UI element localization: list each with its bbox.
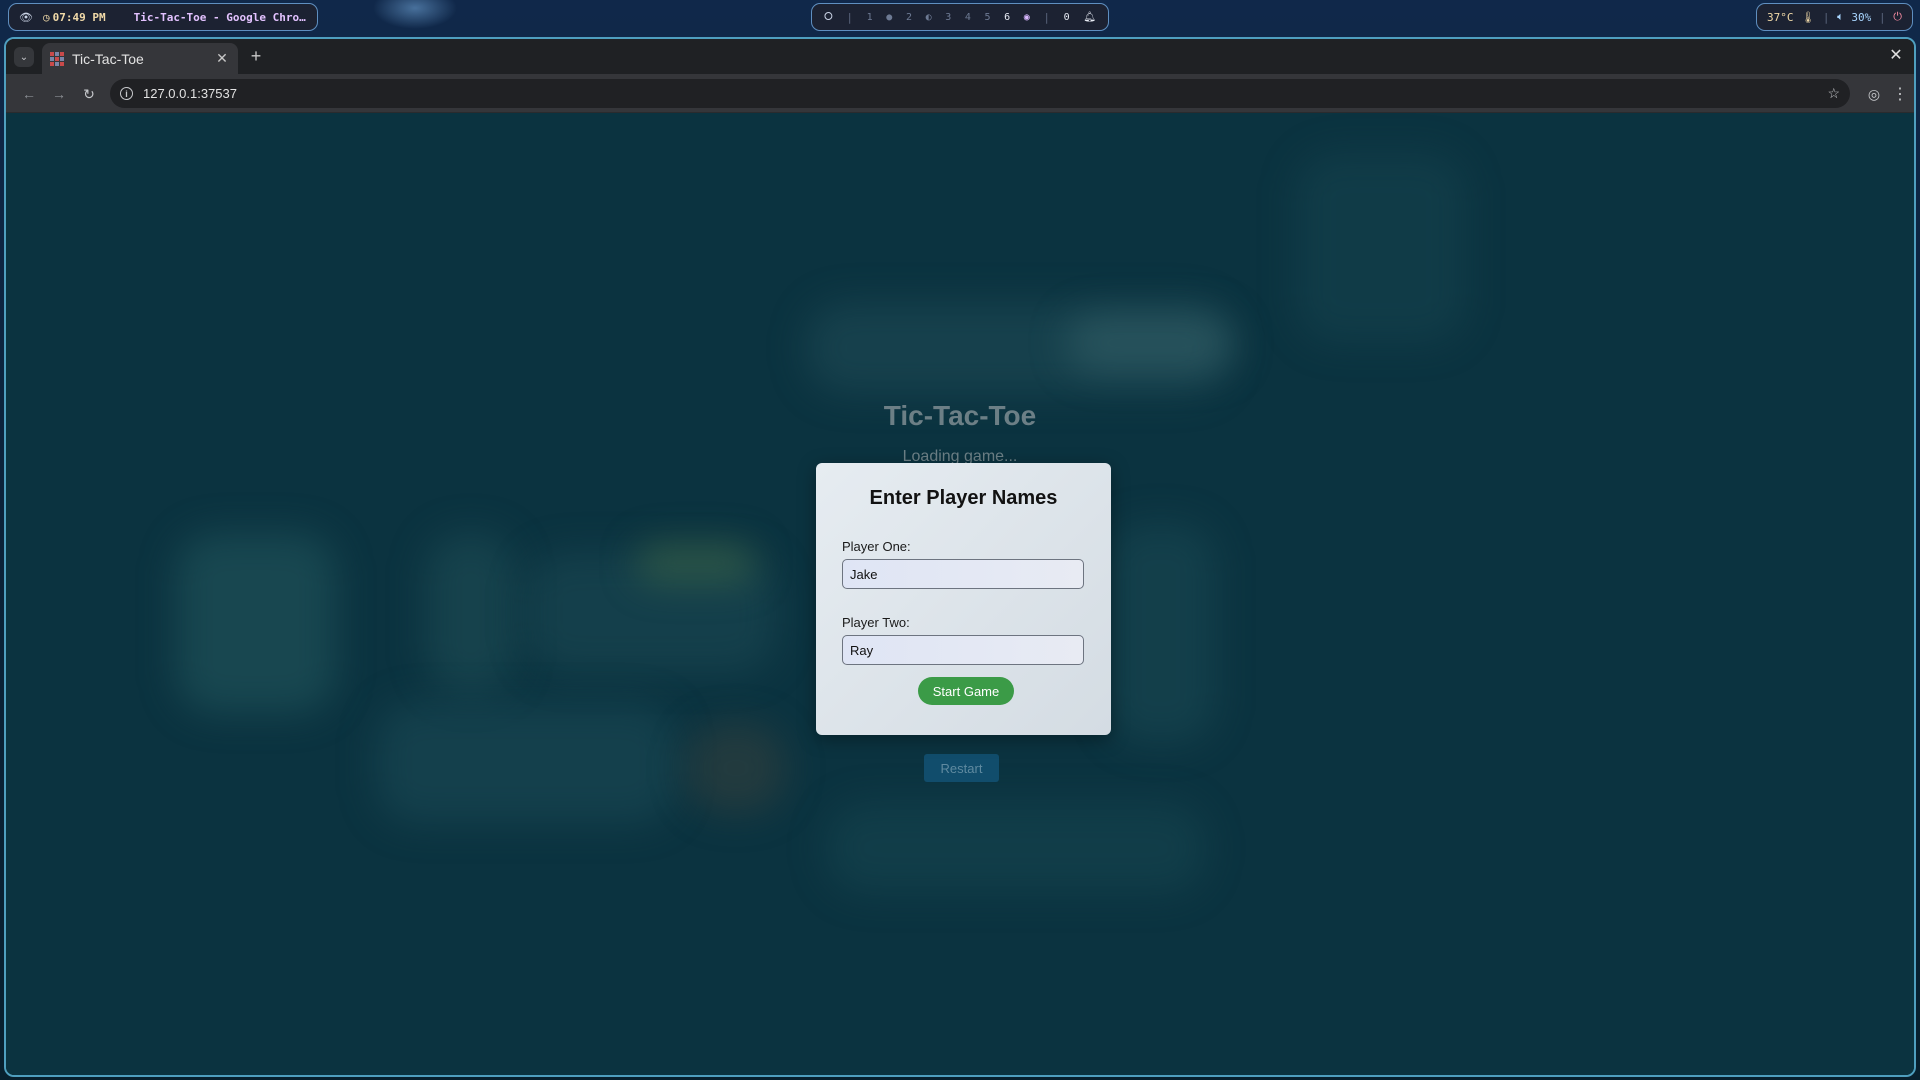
bookmark-star-icon[interactable]: ☆	[1827, 85, 1840, 102]
start-game-button[interactable]: Start Game	[918, 677, 1014, 705]
workspace-3[interactable]: 3	[945, 12, 951, 23]
tab-search-chevron-icon[interactable]: ⌄	[14, 47, 34, 67]
background-blur	[1296, 153, 1466, 343]
bell-icon[interactable]: 🔔︎	[1083, 12, 1096, 23]
workspace-2-app-icon: ◐	[925, 11, 932, 23]
site-info-icon[interactable]: i	[120, 87, 133, 100]
statusbar-right: 37°C 🌡︎ | 🔈︎ 30% | ⏻	[1756, 3, 1913, 31]
player-two-label: Player Two:	[842, 615, 910, 630]
tic-tac-toe-favicon-icon	[50, 51, 64, 66]
clock-time: 07:49 PM	[52, 10, 106, 24]
forward-arrow-icon[interactable]: →	[48, 83, 70, 105]
separator: |	[1043, 10, 1051, 24]
clock-icon: ◷	[42, 10, 50, 24]
launcher-icon[interactable]: ⭘	[824, 10, 833, 24]
eye-slash-icon[interactable]: 👁︎	[19, 11, 33, 24]
background-blur	[636, 543, 756, 583]
statusbar-left: 👁︎ ◷ 07:49 PM Tic-Tac-Toe - Google Chro…	[8, 3, 318, 31]
page-viewport: Tic-Tac-Toe Loading game... Restart Ente…	[6, 113, 1914, 1075]
profile-icon[interactable]: ◎	[1863, 83, 1885, 105]
url-text: 127.0.0.1:37537	[143, 86, 237, 101]
kebab-menu-icon[interactable]: ⋮	[1891, 83, 1909, 105]
back-arrow-icon[interactable]: ←	[18, 83, 40, 105]
background-blur	[176, 533, 336, 713]
address-bar[interactable]: i 127.0.0.1:37537 ☆	[110, 79, 1850, 108]
workspace-2[interactable]: 2	[906, 12, 912, 23]
separator: |	[846, 10, 854, 24]
thermometer-icon: 🌡︎	[1801, 10, 1816, 24]
workspace-1[interactable]: 1	[867, 12, 873, 23]
browser-toolbar: ← → ↻ i 127.0.0.1:37537 ☆ ◎ ⋮	[6, 74, 1914, 113]
player-one-label: Player One:	[842, 539, 911, 554]
new-tab-plus-icon[interactable]: +	[246, 46, 266, 67]
separator: |	[1878, 10, 1886, 24]
background-blur	[376, 703, 676, 823]
active-window-title: Tic-Tac-Toe - Google Chro…	[133, 10, 306, 24]
browser-window: ⌄ Tic-Tac-Toe ✕ + ✕ ← → ↻ i 127.0.0.1:37…	[4, 37, 1916, 1077]
background-blur	[826, 803, 1206, 893]
clock[interactable]: ◷ 07:49 PM	[43, 11, 106, 24]
workspace-6[interactable]: 6	[1004, 12, 1010, 23]
background-blur	[1106, 523, 1216, 743]
speaker-icon: 🔈︎	[1837, 10, 1844, 23]
page-title: Tic-Tac-Toe	[883, 400, 1037, 431]
tab-strip: ⌄ Tic-Tac-Toe ✕ + ✕	[6, 39, 1914, 74]
workspace-6-app-icon: ◉	[1023, 11, 1030, 23]
background-blur	[426, 533, 516, 693]
volume-level[interactable]: 30%	[1851, 11, 1871, 24]
close-tab-icon[interactable]: ✕	[214, 50, 230, 67]
restart-button[interactable]: Restart	[924, 754, 999, 782]
tab-title: Tic-Tac-Toe	[72, 50, 144, 67]
modal-title: Enter Player Names	[869, 487, 1058, 509]
workspace-5[interactable]: 5	[985, 12, 991, 23]
background-blur	[686, 723, 786, 813]
background-blur	[1066, 313, 1236, 373]
tab-tic-tac-toe[interactable]: Tic-Tac-Toe ✕	[42, 43, 238, 74]
statusbar-center: ⭘ | 1 ● 2 ◐ 3 4 5 6 ◉ | 0 🔔︎	[811, 3, 1109, 31]
player-two-input[interactable]	[842, 635, 1084, 665]
power-icon[interactable]: ⏻	[1893, 10, 1902, 24]
temperature[interactable]: 37°C	[1767, 11, 1794, 24]
reload-icon[interactable]: ↻	[78, 83, 100, 105]
player-one-input[interactable]	[842, 559, 1084, 589]
workspace-4[interactable]: 4	[965, 12, 971, 23]
separator: |	[1822, 10, 1830, 24]
notification-count[interactable]: 0	[1064, 12, 1070, 23]
workspace-1-app-icon: ●	[886, 11, 893, 23]
close-window-icon[interactable]: ✕	[1886, 45, 1906, 65]
player-names-modal: Enter Player Names Player One: Player Tw…	[816, 463, 1111, 735]
